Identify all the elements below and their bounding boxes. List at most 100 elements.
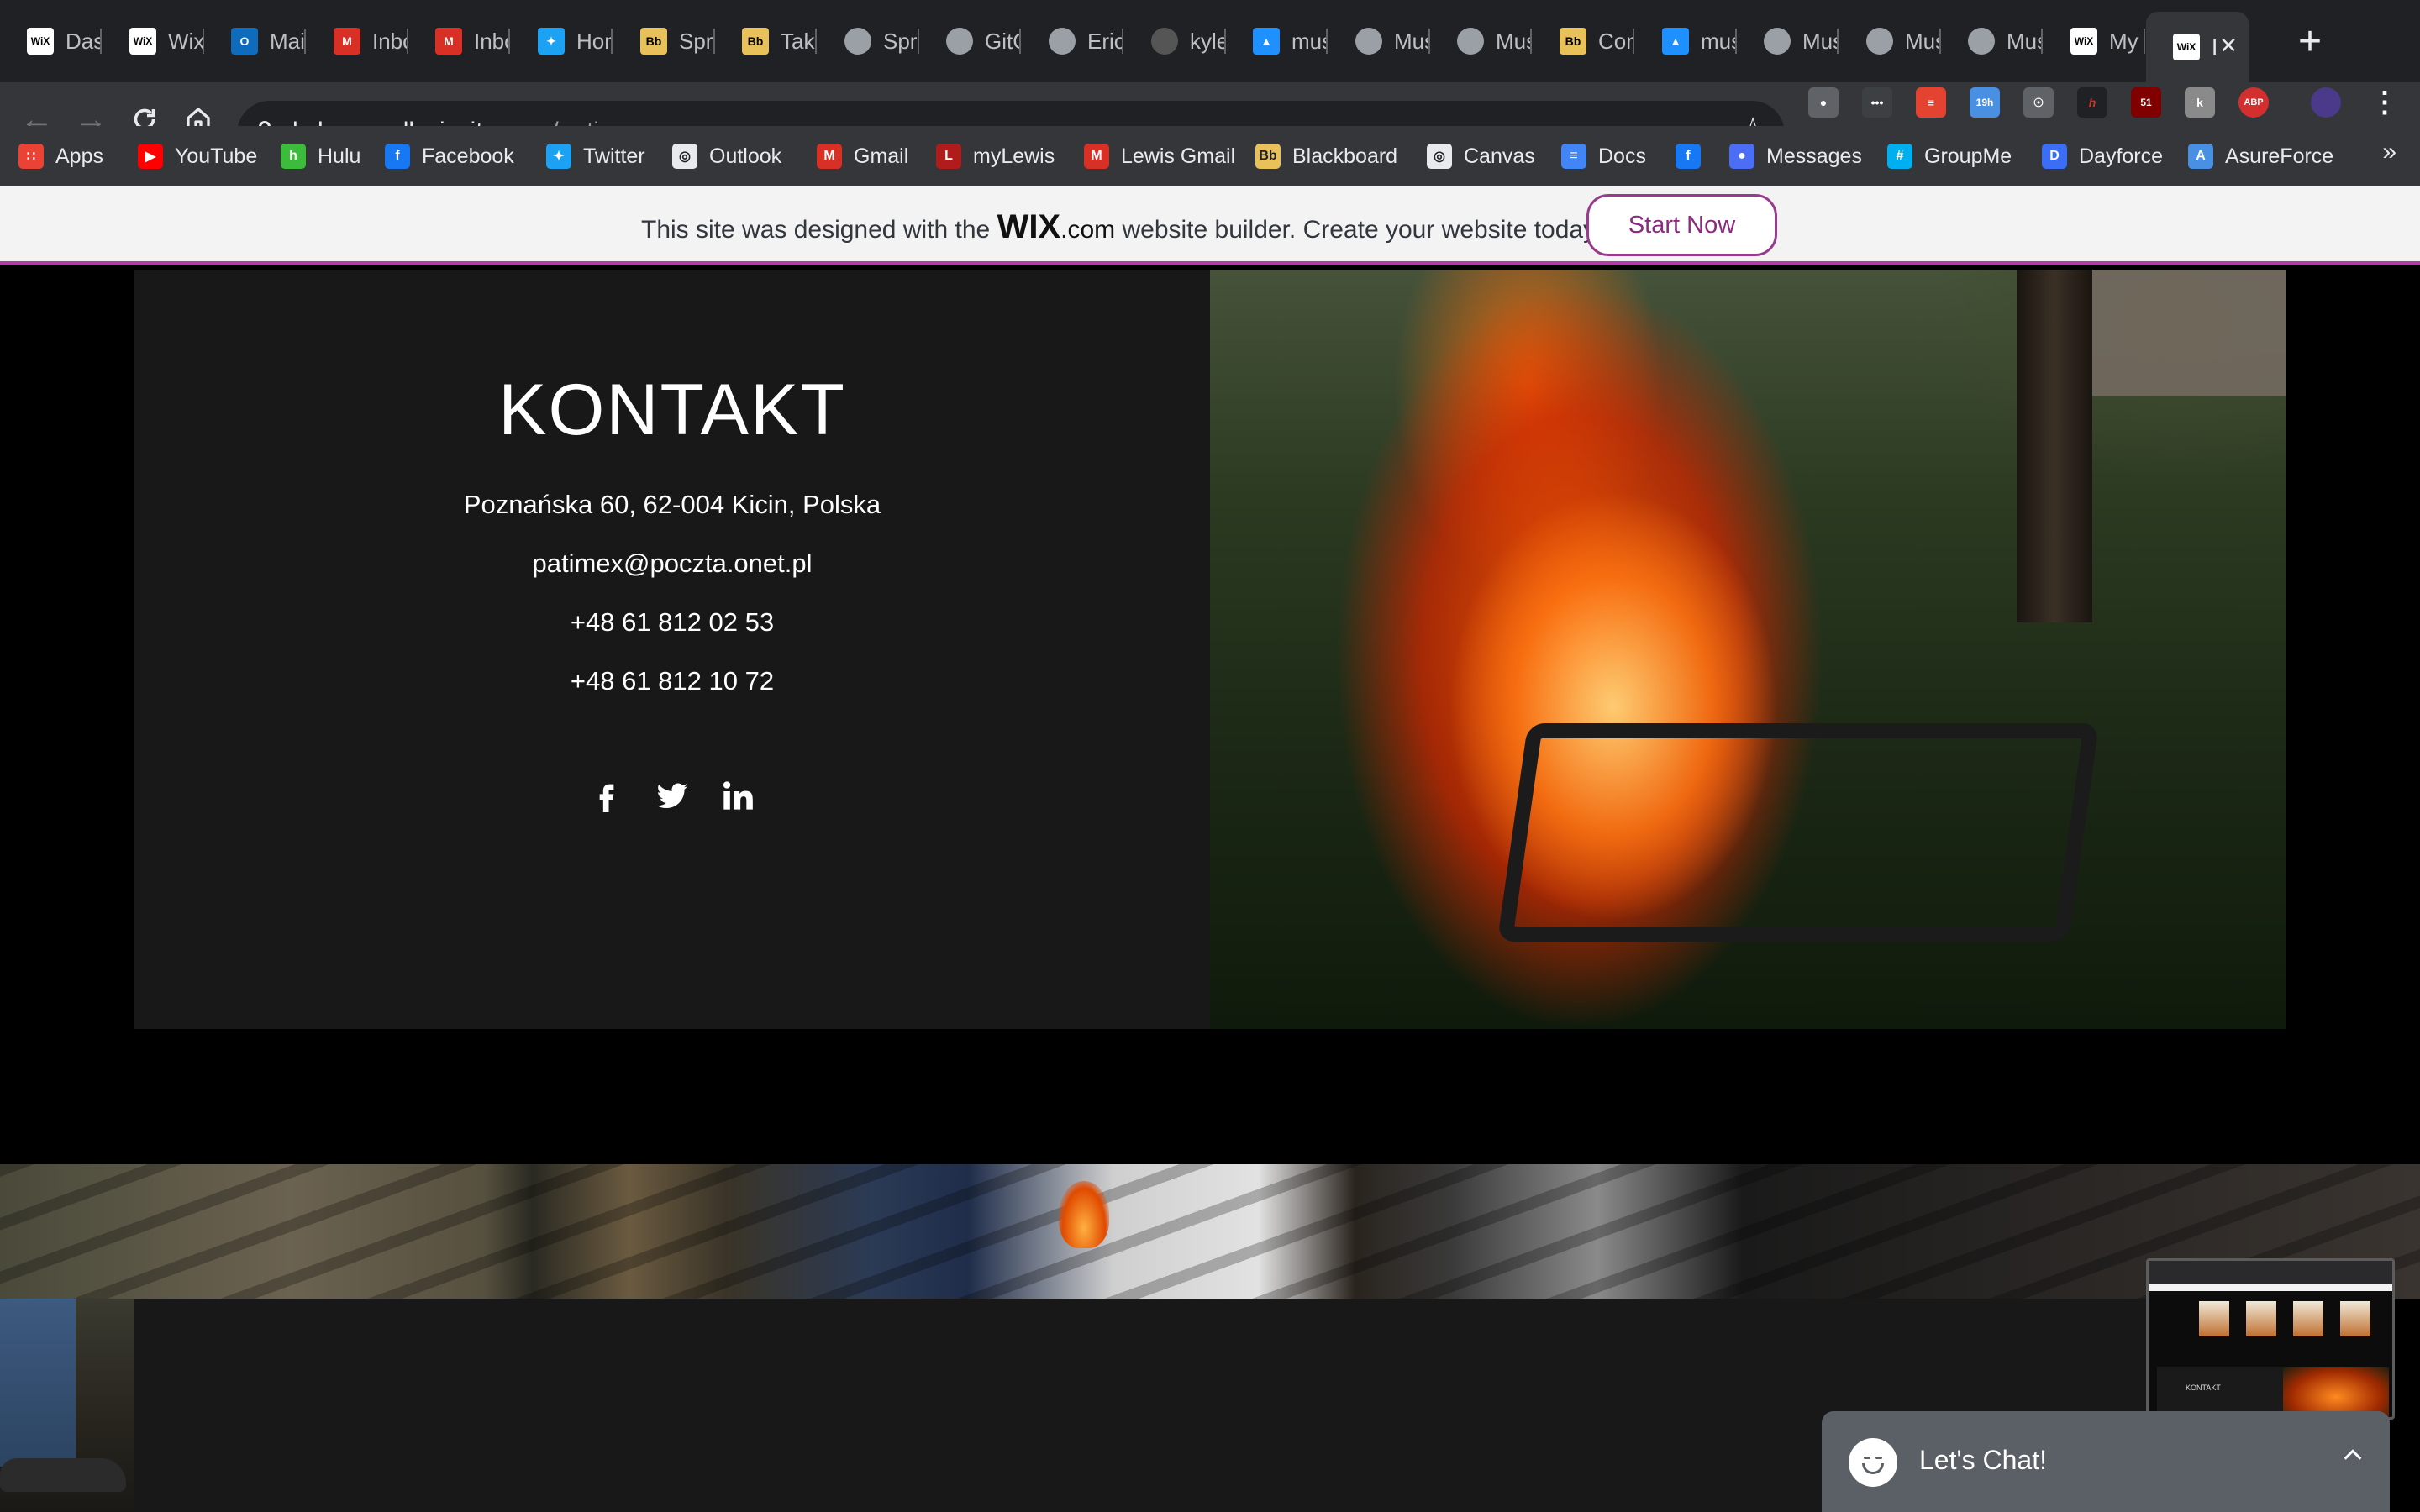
bookmark-docs[interactable]: ≡ Docs bbox=[1561, 141, 1646, 171]
facebook-icon: f bbox=[385, 144, 410, 169]
bookmark-label: Messages bbox=[1766, 144, 1862, 168]
bookmark-facebook-2[interactable]: f bbox=[1676, 141, 1712, 171]
start-now-button[interactable]: Start Now bbox=[1586, 194, 1777, 256]
tab[interactable]: Mus bbox=[1941, 15, 2043, 67]
linkedin-icon[interactable] bbox=[721, 779, 755, 812]
blackboard-icon: Bb bbox=[742, 28, 769, 55]
tab[interactable]: Spri bbox=[818, 15, 919, 67]
bookmark-label: Outlook bbox=[709, 144, 782, 168]
bookmark-mylewis[interactable]: LmyLewis bbox=[936, 141, 1055, 171]
wix-icon: WiX bbox=[2173, 34, 2200, 60]
tab[interactable]: Bb Spri bbox=[613, 15, 715, 67]
tab[interactable]: kyle bbox=[1124, 15, 1226, 67]
tab[interactable]: Eric bbox=[1022, 15, 1123, 67]
boots-photo bbox=[0, 1299, 134, 1512]
window-preview-thumbnail[interactable]: KONTAKT bbox=[2146, 1258, 2395, 1420]
tab-separator bbox=[508, 29, 510, 54]
tab[interactable]: Mus bbox=[1430, 15, 1532, 67]
tab-title: Eric bbox=[1087, 28, 1123, 54]
tab-separator bbox=[611, 29, 613, 54]
bookmark-apps[interactable]: ∷ Apps bbox=[18, 141, 103, 171]
wix-logo[interactable]: WIX.com bbox=[997, 208, 1116, 245]
tab-title: Mus bbox=[2007, 28, 2043, 54]
tab-separator bbox=[1019, 29, 1021, 54]
chat-label: Let's Chat! bbox=[1919, 1445, 2047, 1475]
messages-icon: ● bbox=[1729, 144, 1754, 169]
tab[interactable]: Mus bbox=[1328, 15, 1430, 67]
bookmark-label: Lewis Gmail bbox=[1121, 144, 1236, 168]
contact-email-link[interactable]: patimex@poczta.onet.pl bbox=[134, 549, 1210, 579]
wix-icon: WiX bbox=[27, 28, 54, 55]
adblock-extension-icon[interactable]: ABP bbox=[2238, 87, 2269, 118]
tab-separator bbox=[304, 29, 306, 54]
tab[interactable]: M Inbo bbox=[408, 15, 510, 67]
tab-close-icon[interactable]: × bbox=[2220, 29, 2237, 62]
menu-kebab-icon[interactable]: ⋮ bbox=[2370, 87, 2400, 118]
bookmark-facebook[interactable]: f Facebook bbox=[385, 141, 514, 171]
calendar-extension-icon[interactable]: 19h bbox=[1970, 87, 2000, 118]
bookmark-lewis-gmail[interactable]: M Lewis Gmail bbox=[1084, 141, 1235, 171]
twitter-icon: ✦ bbox=[538, 28, 565, 55]
profile-avatar[interactable] bbox=[2311, 87, 2341, 118]
bookmark-outlook[interactable]: ◎ Outlook bbox=[672, 141, 781, 171]
tab[interactable]: Bb Take bbox=[715, 15, 817, 67]
tab[interactable]: ▲ mus bbox=[1226, 15, 1328, 67]
tab[interactable]: ✦ Hon bbox=[511, 15, 613, 67]
tab-separator bbox=[2041, 29, 2043, 54]
tab[interactable]: WiX Das bbox=[0, 15, 102, 67]
hulu-icon: h bbox=[281, 144, 306, 169]
bookmark-messages[interactable]: ● Messages bbox=[1729, 141, 1862, 171]
bookmark-youtube[interactable]: ▶ YouTube bbox=[138, 141, 257, 171]
password-extension-icon[interactable]: ••• bbox=[1862, 87, 1892, 118]
tab[interactable]: Bb Con bbox=[1533, 15, 1634, 67]
todoist-extension-icon[interactable]: ≡ bbox=[1916, 87, 1946, 118]
bookmark-blackboard[interactable]: Bb Blackboard bbox=[1255, 141, 1397, 171]
chevron-up-icon[interactable] bbox=[2341, 1443, 2365, 1467]
tab-title: Spri bbox=[679, 28, 715, 54]
tab-title: mus bbox=[1701, 28, 1737, 54]
tab-active[interactable]: WiX I × bbox=[2146, 12, 2249, 82]
lightbulb-extension-icon[interactable]: ● bbox=[1808, 87, 1839, 118]
tab[interactable]: WiX My bbox=[2044, 15, 2145, 67]
bookmark-label: Apps bbox=[55, 144, 103, 168]
bookmark-dayforce[interactable]: D Dayforce bbox=[2042, 141, 2163, 171]
contact-phone-1: +48 61 812 02 53 bbox=[570, 607, 775, 637]
bookmark-asureforce[interactable]: A AsureForce bbox=[2188, 141, 2333, 171]
tab-separator bbox=[1633, 29, 1634, 54]
ublock-extension-icon[interactable]: 51 bbox=[2131, 87, 2161, 118]
bookmark-gmail[interactable]: M Gmail bbox=[817, 141, 908, 171]
bookmarks-overflow-icon[interactable]: » bbox=[2382, 138, 2396, 166]
wix-banner: This site was designed with the WIX.com … bbox=[0, 186, 2420, 265]
bookmark-canvas[interactable]: ◎ Canvas bbox=[1427, 141, 1535, 171]
tab-title: Mail bbox=[270, 28, 306, 54]
wix-banner-message: This site was designed with the WIX.com … bbox=[641, 208, 1601, 246]
tab[interactable]: WiX Wix bbox=[103, 15, 204, 67]
tab[interactable]: Mus bbox=[1839, 15, 1941, 67]
azure-icon: ▲ bbox=[1662, 28, 1689, 55]
bookmark-groupme[interactable]: # GroupMe bbox=[1887, 141, 2012, 171]
tab[interactable]: M Inbo bbox=[307, 15, 408, 67]
bookmark-label: Twitter bbox=[583, 144, 645, 168]
ublock-badge: 51 bbox=[2140, 97, 2152, 108]
globe-icon bbox=[1355, 28, 1382, 55]
bookmark-label: Hulu bbox=[318, 144, 361, 168]
bookmark-hulu[interactable]: h Hulu bbox=[281, 141, 360, 171]
tab[interactable]: O Mail bbox=[204, 15, 306, 67]
tab-title: My bbox=[2109, 28, 2139, 54]
shield-extension-icon[interactable]: ☉ bbox=[2023, 87, 2054, 118]
bookmarks-bar: » ∷ Apps ▶ YouTube h Hulu f Facebook ✦ Twitter ◎ Ou… bbox=[0, 126, 2420, 186]
honey-extension-icon[interactable]: h bbox=[2077, 87, 2107, 118]
tab[interactable]: Mus bbox=[1737, 15, 1839, 67]
bookmark-twitter[interactable]: ✦ Twitter bbox=[546, 141, 645, 171]
contact-address: Poznańska 60, 62-004 Kicin, Polska bbox=[463, 490, 881, 519]
facebook-icon[interactable] bbox=[590, 779, 623, 812]
tab[interactable]: GitC bbox=[919, 15, 1021, 67]
grammar-extension-icon[interactable]: k bbox=[2185, 87, 2215, 118]
contact-panel: KONTAKT Poznańska 60, 62-004 Kicin, Pols… bbox=[134, 270, 1210, 1029]
tab-title: Inbo bbox=[372, 28, 408, 54]
chat-widget[interactable]: Let's Chat! bbox=[1822, 1411, 2390, 1512]
twitter-icon[interactable] bbox=[655, 779, 689, 812]
globe-icon bbox=[1866, 28, 1893, 55]
tab[interactable]: ▲ mus bbox=[1635, 15, 1737, 67]
new-tab-button[interactable]: + bbox=[2298, 18, 2322, 66]
